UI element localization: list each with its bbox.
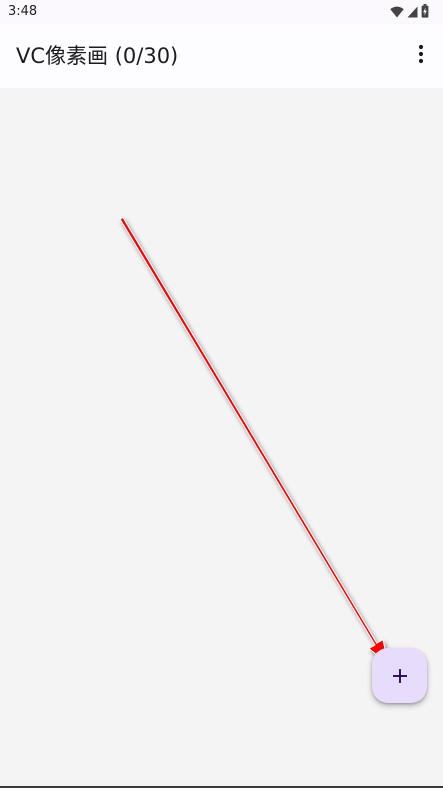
plus-icon xyxy=(392,668,408,684)
add-button[interactable] xyxy=(372,648,427,703)
